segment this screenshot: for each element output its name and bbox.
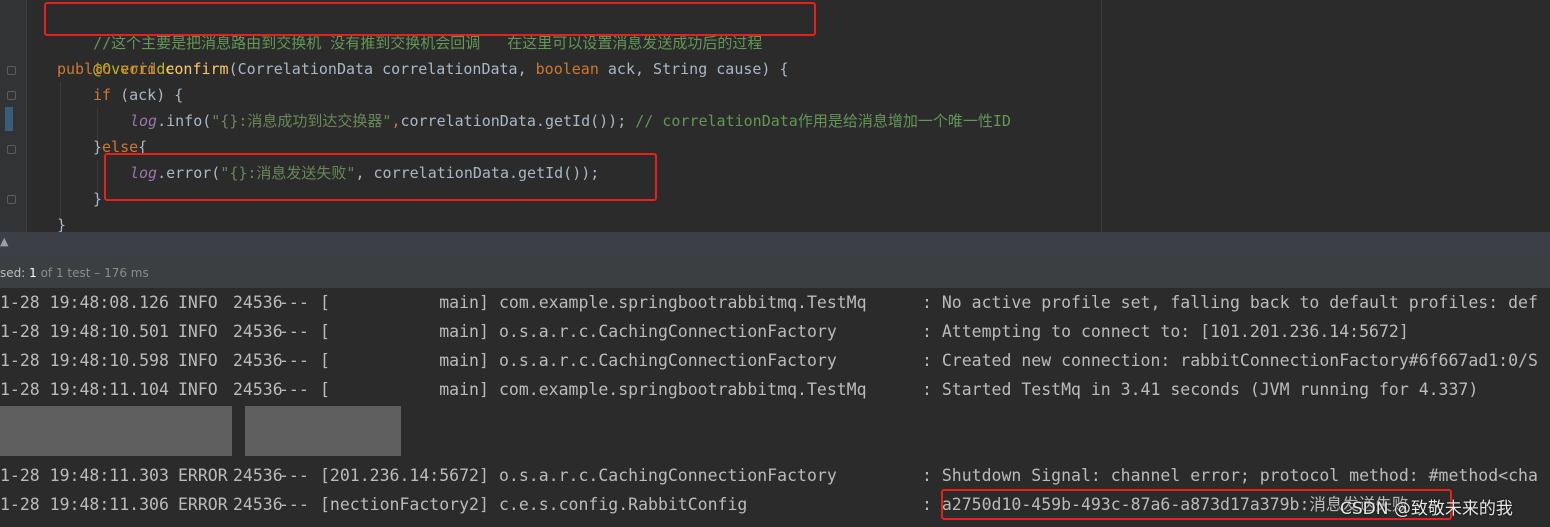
log-logger: com.example.springbootrabbitmq.TestMq: [499, 380, 867, 399]
log-pid: 24536: [233, 466, 283, 485]
log-message: : No active profile set, falling back to…: [922, 293, 1538, 312]
log-timestamp: 1-28 19:48:11.303: [0, 466, 169, 485]
fold-marker-icon[interactable]: [7, 66, 16, 75]
console-log-line[interactable]: 1-28 19:48:10.501 INFO 24536--- [ main] o.s.…: [0, 317, 1409, 346]
method-name: confirm: [165, 60, 229, 78]
code-line-close-method[interactable]: }: [57, 212, 66, 232]
status-passed-count: 1: [29, 266, 37, 280]
log-pid: 24536: [233, 351, 283, 370]
console-log-line[interactable]: 1-28 19:48:11.303 ERROR 24536--- [201.236.1…: [0, 461, 1538, 490]
code-editor[interactable]: //这个主要是把消息路由到交换机 没有推到交换机会回调 在这里可以设置消息发送成…: [0, 0, 1550, 232]
console-log-line[interactable]: 1-28 19:48:10.598 INFO 24536--- [ main] o.s.…: [0, 346, 1538, 375]
log-message: : Started TestMq in 3.41 seconds (JVM ru…: [922, 380, 1479, 399]
log-level: INFO: [178, 380, 218, 399]
fold-marker-icon[interactable]: [7, 145, 16, 154]
log-logger: o.s.a.r.c.CachingConnectionFactory: [499, 351, 837, 370]
right-margin-guide: [1101, 0, 1102, 232]
change-marker: [5, 107, 13, 131]
highlight-box-error-log: [104, 153, 657, 201]
log-thread: [ main]: [320, 351, 489, 370]
info-string: "{}:消息成功到达交换器": [211, 112, 392, 130]
log-message: : Attempting to connect to: [101.201.236…: [922, 322, 1409, 341]
log-logger: c.e.s.config.RabbitConfig: [499, 495, 748, 514]
log-separator: ---: [279, 466, 309, 485]
log-level: INFO: [178, 351, 218, 370]
log-level: ERROR: [178, 466, 228, 485]
test-status-bar: sed: 1 of 1 test – 176 ms: [0, 258, 1550, 289]
log-message: : Created new connection: rabbitConnecti…: [922, 351, 1538, 370]
console-log-line[interactable]: 1-28 19:48:08.126 INFO 24536--- [ main] com.…: [0, 288, 1538, 317]
log-timestamp: 1-28 19:48:10.501: [0, 322, 169, 341]
log-timestamp: 1-28 19:48:11.104: [0, 380, 169, 399]
log-thread: [ main]: [320, 293, 489, 312]
log-pid: 24536: [233, 322, 283, 341]
log-thread: [201.236.14:5672]: [320, 466, 489, 485]
log-separator: ---: [279, 322, 309, 341]
code-line-info-log[interactable]: log.info("{}:消息成功到达交换器",correlationData.…: [130, 108, 1011, 134]
code-line-signature[interactable]: public void confirm(CorrelationData corr…: [57, 56, 789, 82]
fold-marker-icon[interactable]: [7, 91, 16, 100]
keyword-if: if: [93, 86, 112, 104]
log-separator: ---: [279, 495, 309, 514]
csdn-watermark: CSDN @致敬未来的我: [1340, 499, 1513, 519]
redacted-region: [0, 406, 232, 456]
info-args: correlationData.getId());: [400, 112, 636, 130]
log-separator: ---: [279, 351, 309, 370]
log-logger: com.example.springbootrabbitmq.TestMq: [499, 293, 867, 312]
log-thread: [ main]: [320, 380, 489, 399]
log-timestamp: 1-28 19:48:08.126: [0, 293, 169, 312]
log-logger: o.s.a.r.c.CachingConnectionFactory: [499, 466, 837, 485]
log-level: INFO: [178, 293, 218, 312]
close-brace: }: [93, 190, 103, 208]
log-variable: log: [130, 112, 158, 130]
panel-splitter[interactable]: ▲: [0, 232, 1550, 258]
log-pid: 24536: [233, 495, 283, 514]
fold-marker-icon[interactable]: [7, 195, 16, 204]
log-thread: [nectionFactory2]: [320, 495, 489, 514]
log-pid: 24536: [233, 380, 283, 399]
highlight-box-comment: [44, 2, 816, 36]
comment-text: //这个主要是把消息路由到交换机 没有推到交换机会回调 在这里可以设置消息发送成…: [93, 34, 763, 52]
log-pid: 24536: [233, 293, 283, 312]
log-level: INFO: [178, 322, 218, 341]
status-summary: of 1 test – 176 ms: [36, 266, 149, 280]
log-separator: ---: [279, 293, 309, 312]
log-separator: ---: [279, 380, 309, 399]
collapse-arrow-icon[interactable]: ▲: [0, 235, 8, 248]
redacted-region: [245, 406, 401, 456]
log-thread: [ main]: [320, 322, 489, 341]
info-call: .info(: [157, 112, 212, 130]
log-timestamp: 1-28 19:48:11.306: [0, 495, 169, 514]
code-line-close-if[interactable]: }: [93, 186, 102, 212]
run-console[interactable]: 1-28 19:48:08.126 INFO 24536---[ main] com.…: [0, 288, 1550, 527]
status-label: sed:: [0, 266, 30, 280]
if-condition: (ack) {: [111, 86, 184, 104]
keyword-public: public: [57, 60, 112, 78]
log-message: : Shutdown Signal: channel error; protoc…: [922, 466, 1538, 485]
editor-gutter: [0, 0, 27, 232]
close-brace: }: [57, 216, 67, 232]
signature-params: (CorrelationData correlationData,: [228, 60, 536, 78]
keyword-boolean: boolean: [535, 60, 599, 78]
keyword-void: void: [120, 60, 157, 78]
console-log-line[interactable]: 1-28 19:48:11.104 INFO 24536--- [ main] com.…: [0, 375, 1478, 404]
code-line-if[interactable]: if (ack) {: [93, 82, 183, 108]
log-logger: o.s.a.r.c.CachingConnectionFactory: [499, 322, 837, 341]
info-comment: // correlationData作用是给消息增加一个唯一性ID: [635, 112, 1011, 130]
signature-rest: ack, String cause) {: [598, 60, 789, 78]
log-timestamp: 1-28 19:48:10.598: [0, 351, 169, 370]
log-level: ERROR: [178, 495, 228, 514]
else-close-brace: }: [93, 138, 103, 156]
